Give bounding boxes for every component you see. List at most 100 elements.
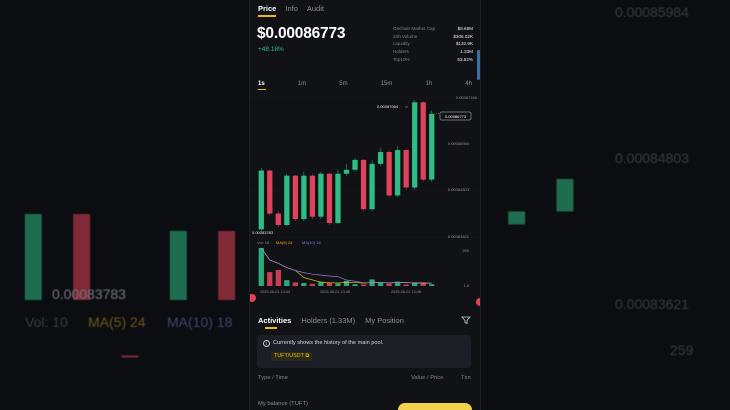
candle-body (292, 175, 298, 220)
token-stats: Onchain Market Cap $8.68M 24h Volume $306.… (393, 25, 473, 64)
candle-body (395, 150, 401, 196)
candle-body (429, 113, 435, 180)
stat-liquidity: Liquidity $132.9K (393, 41, 473, 47)
stat-24h-volume: 24h Volume $306.02K (393, 33, 473, 39)
scroll-indicator[interactable] (477, 50, 480, 80)
bg-candle (24, 214, 42, 300)
external-link-icon: ⧉ (305, 353, 310, 359)
candle-body (403, 150, 409, 188)
candle-body (258, 170, 264, 230)
interval-active-indicator (258, 89, 266, 90)
bg-candle (218, 230, 236, 300)
price-change: +48.18% (258, 46, 284, 53)
tab-audit[interactable]: Audit (307, 4, 324, 13)
interval-1s[interactable]: 1s (258, 81, 265, 87)
stat-top10: Top10% 53.92% (393, 56, 473, 62)
bg-ma10-label: MA(10) 18 (167, 314, 233, 330)
volume-bar (258, 248, 264, 286)
candle-body (318, 173, 324, 217)
candle-body (267, 170, 273, 214)
bg-price-label-3: 0.00083621 (615, 296, 689, 312)
tab-price[interactable]: Price (258, 4, 276, 13)
volume-bar (377, 283, 384, 286)
vol-tick-max: 259 (462, 248, 469, 253)
time-label-2: 2025-06-01 13:45 (320, 290, 350, 294)
time-label-3: 2025-06-01 13:46 (391, 290, 421, 294)
candle-body (301, 175, 307, 220)
pair-chip[interactable]: TUFT/USDT ⧉ (271, 352, 313, 361)
low-price-label: 0.00083783 (252, 230, 274, 235)
price-tick-3: 0.00084803 (448, 187, 470, 192)
interval-4h[interactable]: 4h (465, 81, 472, 87)
info-banner-text: Currently shows the history of the main … (273, 340, 384, 346)
top-tabs: Price Info Audit (258, 4, 324, 13)
volume-bar (343, 280, 350, 286)
candle-body (386, 152, 392, 196)
tab-info[interactable]: Info (285, 4, 298, 13)
candle-body (369, 163, 375, 210)
pair-chip-label: TUFT/USDT (274, 353, 304, 359)
ma5-line (260, 247, 432, 284)
interval-15m[interactable]: 15m (381, 81, 393, 87)
bg-candle (169, 230, 187, 300)
bg-volume-max: 259 (670, 342, 694, 358)
tab-activities[interactable]: Activities (258, 316, 291, 325)
volume-bar (403, 284, 409, 286)
vol-legend: Vol: 10 (257, 240, 270, 245)
volume-bar (309, 283, 316, 286)
draw-tool-icon[interactable] (250, 294, 256, 302)
candle-body (420, 102, 426, 180)
chart-edge-handle[interactable] (476, 298, 480, 306)
bg-ma5-label: MA(5) 24 (88, 314, 146, 330)
candle-body (275, 213, 281, 225)
volume-bar (335, 283, 341, 286)
bg-low-label: 0.00083783 (52, 286, 126, 302)
volume-bar (292, 282, 298, 286)
bg-candle (556, 178, 574, 212)
col-value-price: Value / Price (411, 375, 444, 381)
interval-1h[interactable]: 1h (425, 81, 432, 87)
bg-price-label-2: 0.00084803 (615, 150, 689, 166)
interval-5m[interactable]: 5m (339, 81, 347, 87)
tab-holders[interactable]: Holders (1.33M) (301, 316, 355, 325)
candle-body (335, 173, 341, 224)
tab-my-position[interactable]: My Position (365, 316, 404, 325)
price-tick-2: 0.00085984 (448, 141, 470, 146)
volume-bar (275, 269, 281, 286)
volume-bar (267, 272, 273, 286)
candle-body (360, 159, 367, 210)
candle-body (343, 169, 350, 174)
candle-body (284, 175, 290, 225)
interval-1m[interactable]: 1m (298, 81, 306, 87)
trade-button[interactable] (398, 403, 472, 410)
filter-icon[interactable] (461, 315, 471, 325)
info-icon: i (263, 340, 270, 347)
info-banner: i Currently shows the history of the mai… (257, 335, 471, 368)
col-txn: Txn (461, 375, 471, 381)
volume-bar (326, 282, 333, 286)
bg-volume-label: Vol: 10 (25, 314, 68, 330)
high-price-label: 0.00087064 (377, 104, 399, 109)
col-type-time: Type / Time (258, 375, 288, 381)
volume-bar (386, 283, 392, 286)
volume-bar (284, 280, 290, 286)
my-balance-label: My balance (TUFT) (258, 401, 308, 407)
app-screen: Price Info Audit $0.00086773 +48.18% Onc… (250, 0, 480, 410)
volume-bar (301, 283, 307, 286)
candle-body (309, 175, 316, 217)
bg-candle (508, 211, 526, 225)
volume-bar (352, 284, 358, 286)
current-price: $0.00086773 (257, 25, 346, 42)
price-tick-1: 0.00087166 (456, 95, 478, 100)
price-tick-4: 0.00083621 (448, 234, 470, 239)
activity-tab-indicator (265, 327, 277, 329)
candle-body (352, 159, 358, 170)
ma10-line (260, 247, 432, 284)
candle-body (377, 152, 384, 164)
bg-candle (121, 355, 139, 358)
interval-selector: 1s 1m 5m 15m 1h 4h (258, 81, 472, 87)
stat-holders: Holders 1.33M (393, 49, 473, 55)
activity-tabs: Activities Holders (1.33M) My Position (258, 316, 404, 325)
candle-body (326, 173, 333, 224)
price-chart[interactable]: 0.00087166 0.00085984 0.00084803 0.00083… (250, 94, 480, 299)
